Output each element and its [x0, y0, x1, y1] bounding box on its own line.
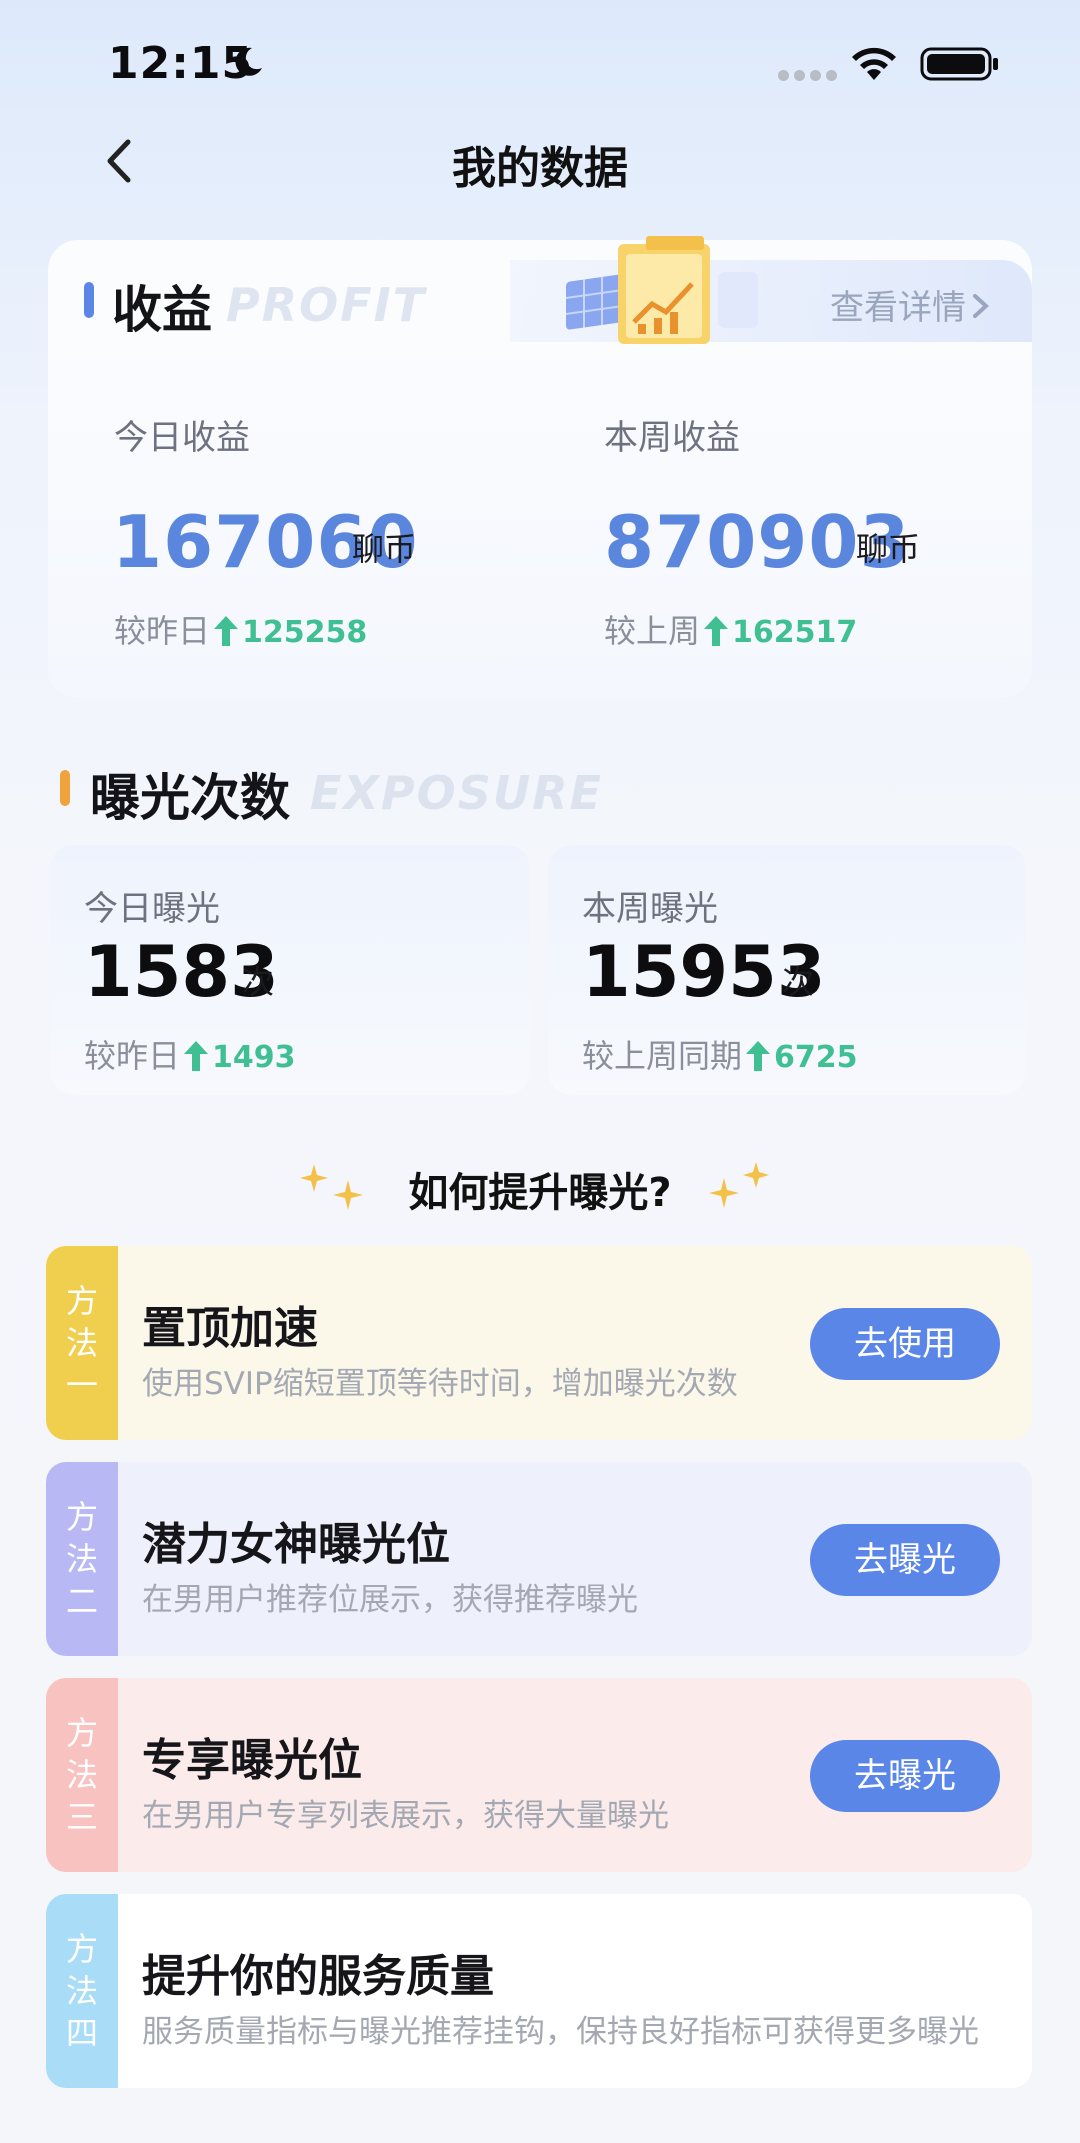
method-description: 服务质量指标与曝光推荐挂钩，保持良好指标可获得更多曝光: [142, 2014, 979, 2050]
method-tag: 方法二: [46, 1462, 118, 1656]
today-exposure-compare: 较昨日 1493: [84, 1031, 296, 1077]
method-card-1: 方法一 置顶加速 使用SVIP缩短置顶等待时间，增加曝光次数 去使用: [46, 1246, 1032, 1440]
today-exposure-unit: 次: [242, 963, 275, 1001]
today-exposure-card: 今日曝光 1583 次 较昨日 1493: [50, 845, 530, 1095]
compare-label: 较上周: [604, 612, 701, 650]
week-exposure-unit: 次: [782, 963, 815, 1001]
week-exposure-label: 本周曝光: [582, 889, 718, 929]
compare-label: 较昨日: [114, 612, 211, 650]
how-to-improve-header: 如何提升曝光?: [0, 1160, 1080, 1220]
up-arrow-icon: [184, 1041, 209, 1071]
report-illustration-icon: [566, 236, 758, 344]
method-card-3: 方法三 专享曝光位 在男用户专享列表展示，获得大量曝光 去曝光: [46, 1678, 1032, 1872]
today-profit-compare: 较昨日 125258: [114, 606, 367, 652]
week-exposure-card: 本周曝光 15953 次 较上周同期 6725: [548, 845, 1026, 1095]
today-exposure-label: 今日曝光: [84, 889, 220, 929]
week-profit-label: 本周收益: [604, 418, 740, 458]
method-title: 专享曝光位: [142, 1735, 362, 1786]
compare-value: 1493: [212, 1040, 296, 1075]
up-arrow-icon: [704, 616, 729, 646]
compare-label: 较昨日: [84, 1037, 181, 1075]
go-expose-button[interactable]: 去曝光: [810, 1740, 1000, 1812]
week-profit-unit: 聊币: [856, 530, 921, 568]
view-details-link[interactable]: 查看详情: [830, 280, 990, 329]
battery-icon: [920, 47, 998, 81]
profit-ghost-text: PROFIT: [226, 278, 427, 332]
method-description: 使用SVIP缩短置顶等待时间，增加曝光次数: [142, 1366, 738, 1402]
go-expose-button[interactable]: 去曝光: [810, 1524, 1000, 1596]
how-to-improve-title: 如何提升曝光?: [408, 1170, 672, 1216]
status-bar: 12:15: [0, 0, 1080, 130]
exposure-ghost-text: EXPOSURE: [310, 766, 604, 820]
compare-label: 较上周同期: [582, 1037, 743, 1075]
up-arrow-icon: [214, 616, 239, 646]
moon-icon: [235, 47, 262, 76]
method-tag: 方法一: [46, 1246, 118, 1440]
method-title: 提升你的服务质量: [142, 1951, 494, 2002]
exposure-title: 曝光次数: [90, 769, 290, 827]
today-profit-unit: 聊币: [352, 530, 417, 568]
sparkle-icon: [709, 1162, 769, 1208]
method-description: 在男用户推荐位展示，获得推荐曝光: [142, 1582, 638, 1618]
compare-value: 125258: [242, 615, 368, 650]
profit-title: 收益: [112, 281, 212, 339]
method-card-2: 方法二 潜力女神曝光位 在男用户推荐位展示，获得推荐曝光 去曝光: [46, 1462, 1032, 1656]
compare-value: 6725: [774, 1040, 858, 1075]
compare-value: 162517: [732, 615, 858, 650]
nav-bar: 我的数据: [0, 120, 1080, 200]
today-profit-label: 今日收益: [114, 418, 250, 458]
week-profit-compare: 较上周 162517: [604, 606, 857, 652]
section-marker: [60, 770, 70, 806]
method-title: 置顶加速: [142, 1303, 318, 1354]
method-card-4: 方法四 提升你的服务质量 服务质量指标与曝光推荐挂钩，保持良好指标可获得更多曝光: [46, 1894, 1032, 2088]
method-description: 在男用户专享列表展示，获得大量曝光: [142, 1798, 669, 1834]
page-title: 我的数据: [452, 143, 628, 194]
week-exposure-compare: 较上周同期 6725: [582, 1031, 858, 1077]
chevron-right-icon: [973, 294, 989, 318]
wifi-icon: [852, 47, 896, 80]
section-marker: [84, 282, 94, 318]
method-title: 潜力女神曝光位: [142, 1519, 450, 1570]
signal-dots-icon: [778, 66, 842, 85]
method-tag: 方法三: [46, 1678, 118, 1872]
view-details-label: 查看详情: [830, 288, 966, 328]
use-button[interactable]: 去使用: [810, 1308, 1000, 1380]
method-tag: 方法四: [46, 1894, 118, 2088]
up-arrow-icon: [746, 1041, 771, 1071]
